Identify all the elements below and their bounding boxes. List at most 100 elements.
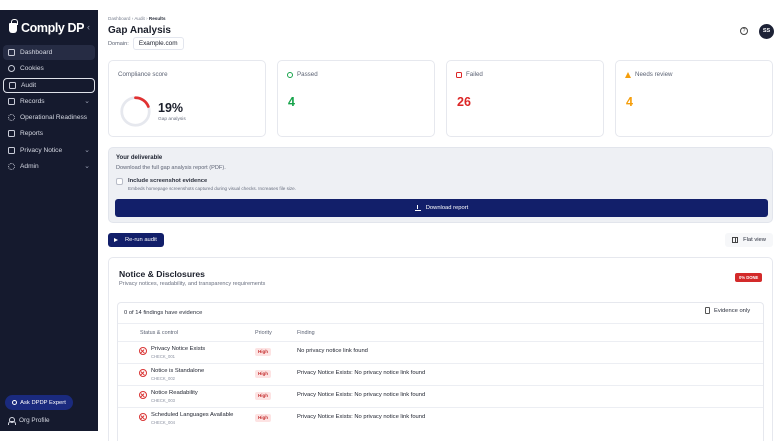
priority-badge: High xyxy=(255,414,271,422)
lock-logo-icon xyxy=(9,19,18,33)
help-icon[interactable]: ? xyxy=(740,27,748,35)
sidebar-item-admin[interactable]: Admin ⌄ xyxy=(3,159,95,174)
x-square-icon xyxy=(456,71,462,78)
brand[interactable]: Comply DP xyxy=(9,19,85,35)
evidence-count: 0 of 14 findings have evidence xyxy=(124,310,203,316)
compliance-value: 19% xyxy=(158,101,184,115)
finding-text: Privacy Notice Exists: No privacy notice… xyxy=(297,370,426,376)
ask-expert-button[interactable]: Ask DPDP Expert xyxy=(5,395,73,410)
rerun-audit-label: Re-run audit xyxy=(125,237,157,243)
sidebar-item-label: Admin xyxy=(20,163,39,171)
flat-view-button[interactable]: Flat view xyxy=(725,233,773,247)
breadcrumb-item[interactable]: Dashboard xyxy=(108,16,130,21)
play-icon xyxy=(114,238,118,242)
card-label: Needs review xyxy=(625,71,673,78)
sidebar-item-privacy-notice[interactable]: Privacy Notice ⌄ xyxy=(3,143,95,158)
sidebar-item-label: Cookies xyxy=(20,65,44,73)
passed-value: 4 xyxy=(288,95,295,109)
failed-status-icon xyxy=(139,391,147,399)
sidebar-item-label: Records xyxy=(20,97,45,105)
control-id: CHECK_001 xyxy=(151,354,175,359)
passed-card: Passed 4 xyxy=(277,60,435,137)
sidebar-item-reports[interactable]: Reports xyxy=(3,126,95,141)
table-row[interactable]: Notice is Standalone CHECK_002 High Priv… xyxy=(118,363,763,385)
main-content: Dashboard › Audit › Results Gap Analysis… xyxy=(98,0,784,441)
failed-value: 26 xyxy=(457,95,471,109)
compliance-ring xyxy=(120,96,151,127)
sidebar-item-audit[interactable]: Audit xyxy=(3,77,95,93)
audit-icon xyxy=(9,81,16,89)
section-subtitle: Privacy notices, readability, and transp… xyxy=(119,281,266,287)
user-icon xyxy=(8,417,16,425)
deliverable-sub: Download the full gap analysis report (P… xyxy=(116,165,226,171)
breadcrumb-item[interactable]: Audit xyxy=(134,16,144,21)
table-row[interactable]: Notice Readability CHECK_003 High Privac… xyxy=(118,385,763,407)
needs-review-label: Needs review xyxy=(635,71,673,78)
control-id: CHECK_003 xyxy=(151,398,175,403)
priority-badge: High xyxy=(255,348,271,356)
download-report-button[interactable]: Download report xyxy=(115,199,768,217)
domain-row: Domain: Example.com xyxy=(108,37,184,50)
control-name: Notice is Standalone xyxy=(151,368,205,374)
chevron-down-icon[interactable]: ⌄ xyxy=(84,162,90,170)
sidebar-item-dashboard[interactable]: Dashboard xyxy=(3,45,95,60)
compliance-sub: Gap analysis xyxy=(158,117,186,122)
breadcrumb-current: Results xyxy=(148,16,166,21)
sidebar-item-records[interactable]: Records ⌄ xyxy=(3,94,95,109)
section-title: Notice & Disclosures xyxy=(119,269,205,279)
list-view-icon xyxy=(732,237,739,243)
compliance-score-card: Compliance score 19% Gap analysis xyxy=(108,60,266,137)
sidebar-item-label: Dashboard xyxy=(20,49,53,56)
needs-review-card: Needs review 4 xyxy=(615,60,773,137)
sidebar-item-cookies[interactable]: Cookies xyxy=(3,61,95,76)
avatar[interactable]: SS xyxy=(759,24,774,39)
screenshot-evidence-label[interactable]: Include screenshot evidence xyxy=(128,178,207,184)
column-header-status: Status & control xyxy=(140,330,179,336)
chevron-down-icon[interactable]: ⌄ xyxy=(84,146,90,154)
dashboard-icon xyxy=(8,49,15,56)
ask-expert-label: Ask DPDP Expert xyxy=(20,399,66,406)
sidebar-item-operational-readiness[interactable]: Operational Readiness xyxy=(3,110,95,125)
finding-text: No privacy notice link found xyxy=(297,348,368,354)
download-report-label: Download report xyxy=(425,205,469,211)
finding-text: Privacy Notice Exists: No privacy notice… xyxy=(297,414,426,420)
control-name: Notice Readability xyxy=(151,390,198,396)
sidebar-item-label: Privacy Notice xyxy=(20,146,63,154)
breadcrumb: Dashboard › Audit › Results xyxy=(108,16,166,21)
sidebar-item-label: Operational Readiness xyxy=(20,114,88,122)
gear-icon xyxy=(8,114,15,122)
sidebar: Comply DP ‹ Dashboard Cookies Audit Reco… xyxy=(0,10,98,431)
card-label: Failed xyxy=(456,71,483,78)
control-name: Privacy Notice Exists xyxy=(151,346,206,352)
org-profile-link[interactable]: Org Profile xyxy=(8,417,50,425)
org-profile-label: Org Profile xyxy=(19,417,50,424)
card-label: Passed xyxy=(287,71,318,78)
failed-status-icon xyxy=(139,369,147,377)
report-icon xyxy=(8,130,15,138)
table-row[interactable]: Privacy Notice Exists CHECK_001 High No … xyxy=(118,341,763,363)
table-row[interactable]: Scheduled Languages Available CHECK_004 … xyxy=(118,407,763,429)
priority-badge: High xyxy=(255,370,271,378)
brand-name: Comply DP xyxy=(21,21,85,35)
document-icon xyxy=(705,307,710,314)
app-root: Comply DP ‹ Dashboard Cookies Audit Reco… xyxy=(0,0,784,441)
evidence-only-toggle[interactable]: Evidence only xyxy=(705,307,750,314)
rerun-audit-button[interactable]: Re-run audit xyxy=(108,233,164,247)
column-header-priority: Priority xyxy=(255,330,272,336)
screenshot-evidence-help: Embeds homepage screenshots captured dur… xyxy=(128,186,297,191)
card-label: Compliance score xyxy=(118,71,168,78)
priority-badge: High xyxy=(255,392,271,400)
findings-table: 0 of 14 findings have evidence Evidence … xyxy=(117,302,764,441)
sidebar-item-label: Reports xyxy=(20,130,44,138)
download-icon xyxy=(414,205,421,211)
evidence-only-label: Evidence only xyxy=(714,307,751,314)
domain-value: Example.com xyxy=(132,37,184,50)
control-id: CHECK_002 xyxy=(151,376,175,381)
passed-label: Passed xyxy=(297,71,318,78)
status-badge: 0% DONE xyxy=(735,273,763,282)
collapse-sidebar-icon[interactable]: ‹ xyxy=(87,22,90,32)
cookie-icon xyxy=(8,65,15,73)
chevron-down-icon[interactable]: ⌄ xyxy=(84,97,90,105)
screenshot-evidence-checkbox[interactable] xyxy=(116,178,123,185)
domain-label: Domain: xyxy=(108,40,129,47)
